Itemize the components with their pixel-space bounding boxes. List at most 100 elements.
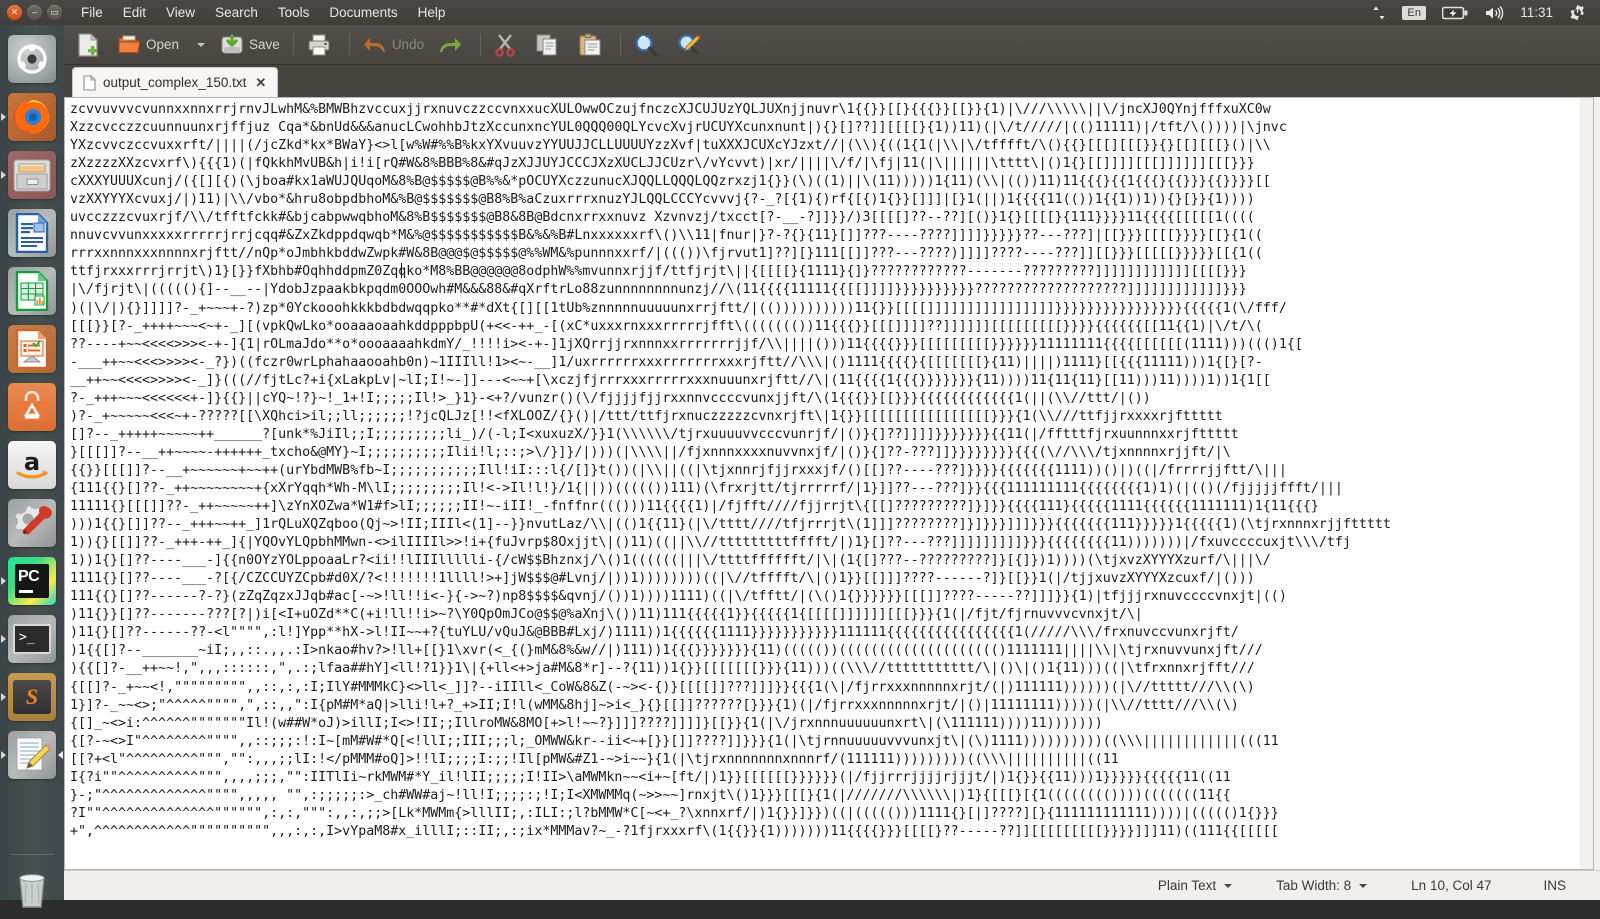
minimize-window-button[interactable]: – — [27, 5, 42, 20]
new-document-icon — [78, 32, 98, 57]
keyboard-indicator[interactable]: En — [1394, 0, 1434, 25]
toolbar-separator — [292, 33, 294, 56]
text-cursor — [401, 263, 402, 278]
libreoffice-calc-icon — [15, 271, 49, 311]
launcher-item-trash[interactable] — [0, 861, 64, 919]
cursor-position-label: Ln 10, Col 47 — [1411, 878, 1492, 893]
toolbar-separator — [620, 33, 622, 56]
cursor-position: Ln 10, Col 47 — [1389, 878, 1513, 893]
redo-button[interactable] — [431, 28, 474, 62]
software-center-bag-icon — [17, 391, 47, 421]
open-button[interactable]: Open — [111, 28, 186, 62]
gedit-window: Open Save Undo output_complex_150.txt ✕ … — [64, 25, 1600, 900]
paste-button[interactable] — [571, 28, 614, 62]
chevron-down-icon — [1359, 883, 1368, 888]
open-label: Open — [146, 37, 180, 52]
tab-width-label: Tab Width: 8 — [1276, 878, 1352, 893]
running-pip-icon — [1, 693, 6, 701]
save-button[interactable]: Save — [213, 28, 287, 62]
menu-help[interactable]: Help — [408, 3, 456, 22]
editor-area: zcvvuvvvcvunnxxnnxrrjrnvJLwhM&%BMWBhzvcc… — [64, 97, 1600, 870]
launcher-item-libreoffice-impress[interactable] — [0, 320, 64, 378]
volume-icon — [1486, 5, 1504, 20]
clock-indicator[interactable]: 11:31 — [1512, 0, 1561, 25]
libreoffice-impress-icon — [15, 329, 49, 369]
launcher-item-ubuntu-dash[interactable] — [0, 30, 64, 88]
text-view[interactable]: zcvvuvvvcvunnxxnnxrrjrnvJLwhM&%BMWBhzvcc… — [64, 97, 1580, 870]
insert-mode: INS — [1513, 878, 1566, 893]
battery-indicator[interactable] — [1434, 0, 1476, 25]
running-pip-icon — [1, 577, 6, 585]
indicator-area: En 11:31 — [1364, 0, 1600, 25]
launcher-item-text-editor[interactable] — [0, 726, 64, 784]
maximize-window-button[interactable]: ▭ — [47, 5, 62, 20]
network-up-down-icon — [1373, 6, 1385, 19]
menu-documents[interactable]: Documents — [319, 3, 407, 22]
new-document-button[interactable] — [70, 28, 111, 62]
close-icon: ✕ — [10, 7, 19, 17]
trash-icon — [19, 874, 45, 908]
ubuntu-logo-icon — [17, 44, 47, 74]
text-editor-icon — [16, 737, 51, 771]
replace-button[interactable] — [670, 28, 713, 62]
launcher-item-sublime-text[interactable]: S — [0, 668, 64, 726]
menu-search[interactable]: Search — [205, 3, 268, 22]
vertical-scrollbar[interactable] — [1580, 97, 1594, 870]
launcher-item-system-settings[interactable] — [0, 494, 64, 552]
language-selector[interactable]: Plain Text — [1136, 878, 1254, 893]
insert-mode-label: INS — [1543, 878, 1566, 893]
close-window-button[interactable]: ✕ — [7, 5, 22, 20]
volume-indicator[interactable] — [1476, 0, 1512, 25]
paste-clipboard-icon — [579, 33, 601, 55]
document-tabbar: output_complex_150.txt ✕ — [64, 65, 1600, 97]
launcher-item-libreoffice-writer[interactable] — [0, 204, 64, 262]
unity-launcher: a PC >_ S — [0, 25, 64, 908]
running-pip-icon — [1, 751, 6, 759]
launcher-item-files[interactable] — [0, 146, 64, 204]
chevron-down-icon — [1224, 883, 1233, 888]
launcher-item-amazon[interactable]: a — [0, 436, 64, 494]
find-button[interactable] — [627, 28, 670, 62]
menu-view[interactable]: View — [156, 3, 205, 22]
undo-arrow-icon — [363, 37, 385, 52]
tab-title: output_complex_150.txt — [103, 75, 247, 90]
statusbar: Plain Text Tab Width: 8 Ln 10, Col 47 IN… — [64, 870, 1600, 900]
find-replace-icon — [678, 33, 701, 54]
menu-tools[interactable]: Tools — [268, 3, 320, 22]
cut-button[interactable] — [487, 28, 528, 62]
save-label: Save — [249, 37, 280, 52]
print-button[interactable] — [300, 28, 343, 62]
open-dropdown-button[interactable] — [186, 28, 213, 62]
launcher-item-firefox[interactable] — [0, 88, 64, 146]
maximize-icon: ▭ — [50, 7, 59, 17]
launcher-item-ubuntu-software[interactable] — [0, 378, 64, 436]
tab-output-complex-150[interactable]: output_complex_150.txt ✕ — [72, 67, 279, 97]
battery-icon — [1442, 6, 1468, 19]
menu-file[interactable]: File — [71, 3, 113, 22]
running-pip-icon — [1, 171, 6, 179]
gedit-toolbar: Open Save Undo — [64, 25, 1600, 65]
clock-label: 11:31 — [1520, 5, 1553, 20]
launcher-item-pycharm[interactable]: PC — [0, 552, 64, 610]
svg-text:a: a — [24, 448, 40, 476]
document-text[interactable]: zcvvuvvvcvunnxxnnxrrjrnvJLwhM&%BMWBhzvcc… — [65, 98, 1580, 841]
network-indicator[interactable] — [1364, 0, 1394, 25]
gear-power-icon — [1570, 4, 1584, 21]
launcher-item-libreoffice-calc[interactable] — [0, 262, 64, 320]
save-disk-icon — [221, 33, 243, 53]
menu-edit[interactable]: Edit — [113, 3, 156, 22]
terminal-prompt-icon: >_ — [19, 630, 35, 645]
toolbar-separator — [480, 33, 482, 56]
amazon-icon: a — [16, 448, 48, 479]
undo-button[interactable]: Undo — [356, 28, 431, 62]
system-settings-icon — [14, 504, 52, 535]
launcher-item-terminal[interactable]: >_ — [0, 610, 64, 668]
running-pip-icon — [1, 635, 6, 643]
running-pip-icon — [1, 113, 6, 121]
session-indicator[interactable] — [1561, 0, 1594, 25]
tab-close-icon[interactable]: ✕ — [253, 75, 268, 91]
chevron-down-icon — [197, 42, 206, 47]
tab-width-selector[interactable]: Tab Width: 8 — [1254, 878, 1389, 893]
libreoffice-writer-icon — [15, 213, 49, 253]
copy-button[interactable] — [528, 28, 571, 62]
